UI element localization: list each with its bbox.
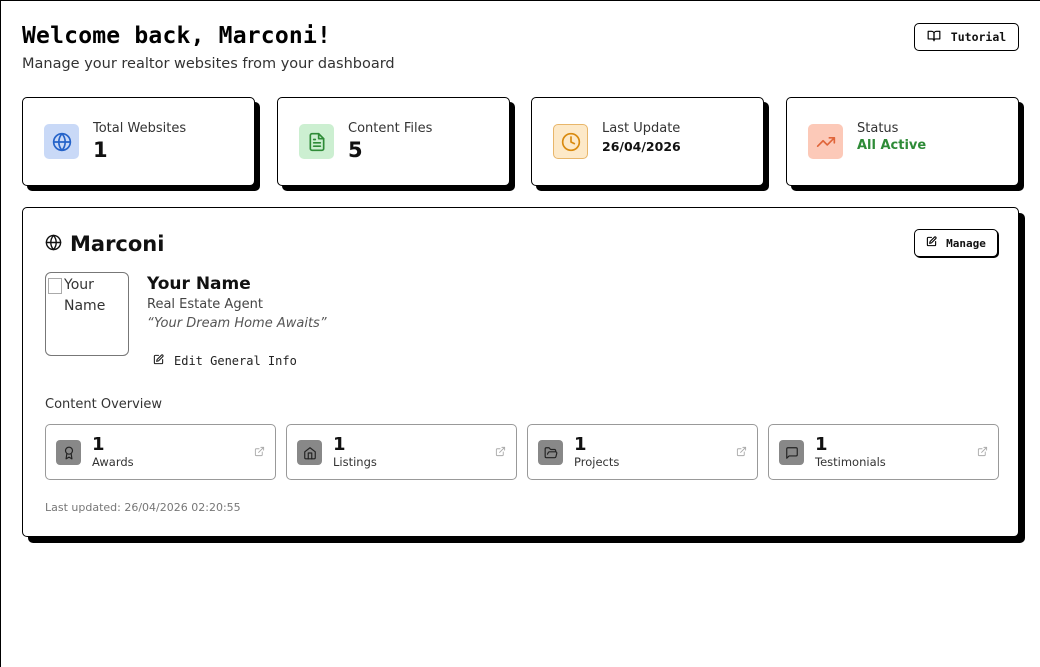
avatar: Your Name [45,272,129,356]
edit-icon [926,236,937,250]
tile-label: Projects [574,455,620,469]
tutorial-label: Tutorial [950,30,1007,44]
stat-label: Last Update [602,121,681,136]
edit-general-info-button[interactable]: Edit General Info [153,354,297,368]
stat-card-last-update: Last Update 26/04/2026 [531,97,764,186]
website-header: Marconi [45,232,164,256]
home-icon [297,440,322,465]
external-link-icon [977,446,988,457]
trending-up-icon [808,124,843,159]
clock-icon [553,124,588,159]
tile-label: Listings [333,455,377,469]
stat-card-status: Status All Active [786,97,1019,186]
globe-icon [45,234,62,255]
website-card: Marconi Manage Your Name Your Name Real … [22,207,1019,537]
manage-button[interactable]: Manage [914,229,998,257]
tutorial-button[interactable]: Tutorial [914,23,1019,51]
globe-icon [44,124,79,159]
folder-open-icon [538,440,563,465]
content-tile-awards[interactable]: 1 Awards [45,424,276,480]
stat-value: 26/04/2026 [602,139,681,154]
stat-card-content-files: Content Files 5 [277,97,510,186]
agent-tagline: “Your Dream Home Awaits” [147,316,327,331]
broken-image-icon [48,278,62,294]
content-tile-testimonials[interactable]: 1 Testimonials [768,424,999,480]
message-square-icon [779,440,804,465]
tile-count: 1 [333,434,346,455]
last-updated-text: Last updated: 26/04/2026 02:20:55 [45,501,241,514]
agent-name: Your Name [147,274,251,294]
stat-label: Status [857,121,899,136]
stat-label: Total Websites [93,121,187,136]
edit-icon [153,354,164,368]
manage-label: Manage [946,236,986,250]
stat-value: 5 [348,138,363,162]
tile-count: 1 [815,434,828,455]
status-badge: All Active [857,138,927,153]
agent-role: Real Estate Agent [147,297,263,312]
page-subtitle: Manage your realtor websites from your d… [22,56,395,72]
tile-count: 1 [574,434,587,455]
website-name: Marconi [70,232,165,256]
external-link-icon [495,446,506,457]
content-tile-listings[interactable]: 1 Listings [286,424,517,480]
external-link-icon [736,446,747,457]
edit-general-info-label: Edit General Info [174,354,297,368]
stat-card-total-websites: Total Websites 1 [22,97,255,186]
file-text-icon [299,124,334,159]
book-open-icon [927,29,941,46]
avatar-alt-text: Your Name [64,277,106,314]
tile-label: Awards [92,455,134,469]
award-icon [56,440,81,465]
external-link-icon [254,446,265,457]
stat-value: 1 [93,138,108,162]
tile-count: 1 [92,434,105,455]
content-tile-projects[interactable]: 1 Projects [527,424,758,480]
tile-label: Testimonials [815,455,886,469]
page-title: Welcome back, Marconi! [22,23,332,49]
stat-label: Content Files [348,121,433,136]
content-overview-label: Content Overview [45,397,163,412]
